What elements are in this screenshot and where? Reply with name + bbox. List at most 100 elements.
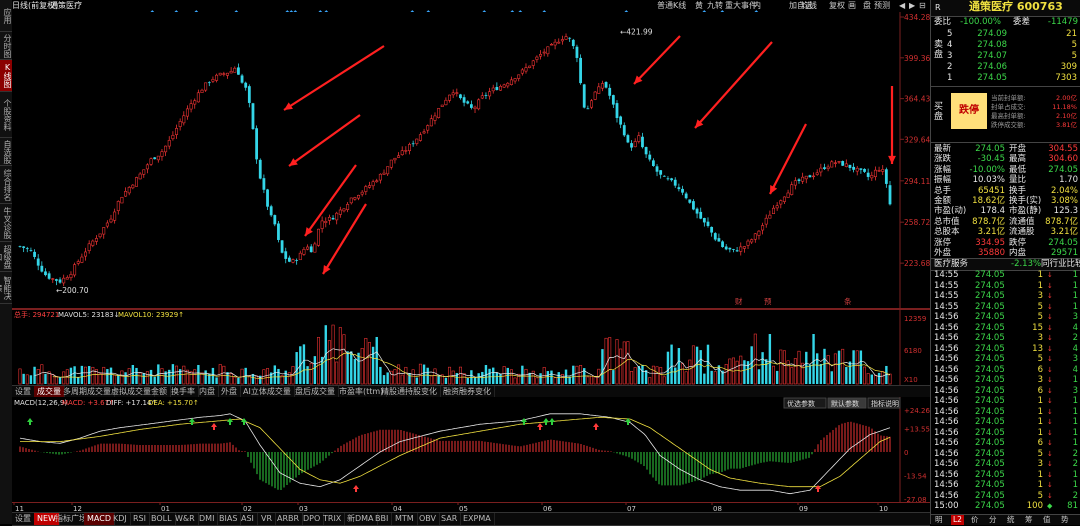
tick-time: 14:56 <box>934 438 959 448</box>
volume-bar <box>400 374 404 385</box>
indicator-tab-0[interactable]: 设置 <box>12 513 35 525</box>
seal-info-value: 11.18% <box>1052 103 1077 111</box>
candle-body <box>182 115 186 124</box>
volume-bar <box>666 351 670 384</box>
sector-compare-link[interactable]: 同行业比较 <box>1041 259 1080 270</box>
macd-param-button-label[interactable]: 指标说明 <box>871 399 899 408</box>
macd-param-button-label[interactable]: 默认参数 <box>831 399 859 408</box>
indicator-tab-4[interactable]: KDJ <box>110 513 131 525</box>
candle-body <box>69 274 73 279</box>
left-nav-item-7[interactable]: 超级盘口 <box>0 242 12 272</box>
event-label[interactable]: 财 <box>735 296 743 306</box>
candle-body <box>134 177 138 187</box>
tick-count: 1 <box>1072 396 1078 406</box>
candle-body <box>353 197 357 200</box>
indicator-tab-14[interactable]: TRIX <box>320 513 346 525</box>
candle-body <box>175 128 179 135</box>
candle-body <box>22 246 26 248</box>
candle-body <box>833 162 837 164</box>
indicator-tab-18[interactable]: OBV <box>416 513 441 525</box>
tick-direction-icon: ↓ <box>1047 439 1053 447</box>
macd-param-button-label[interactable]: 优选参数 <box>787 399 815 408</box>
seal-info-value: 3.81亿 <box>1056 121 1077 129</box>
volume-bar <box>98 373 102 385</box>
tick-time: 14:56 <box>934 480 959 490</box>
seal-info-value: 2.10亿 <box>1056 112 1077 120</box>
candle-body <box>342 208 346 212</box>
candle-body <box>218 72 222 76</box>
quote-panel: R 通策医疗 600763 委比 -100.00% 委差 -11479 卖盘 5… <box>930 0 1080 525</box>
candle-body <box>466 101 470 104</box>
quote-key: 开盘 <box>1009 144 1027 154</box>
left-nav-item-1[interactable]: 分时图 <box>0 32 12 60</box>
tick-row: 14:56 274.05 1 ↓ 1 <box>931 407 1080 418</box>
volume-bar <box>91 366 95 385</box>
candle-body <box>655 166 659 172</box>
sell-level-volume: 21 <box>1066 29 1077 39</box>
tick-volume: 100 <box>1026 501 1043 511</box>
quote-row: 外盘 35880 内盘 29571 <box>931 248 1080 258</box>
macd-chart[interactable]: MACD(12,26,9)MACD: +3.67↑DIFF: +17.14↑DE… <box>12 397 930 502</box>
quote-value: 304.55 <box>1048 144 1078 154</box>
candle-body <box>815 172 819 175</box>
macd-axis-label: +13.55 <box>904 425 930 433</box>
volume-bar <box>327 340 331 385</box>
volume-bar <box>601 349 604 384</box>
volume-bar <box>426 367 429 384</box>
volume-bar <box>888 373 892 385</box>
event-label[interactable]: 预 <box>764 296 772 306</box>
candle-body <box>284 251 288 259</box>
candle-body <box>786 192 790 198</box>
tick-direction-icon: ↓ <box>1047 386 1053 395</box>
tick-count: 2 <box>1072 448 1078 459</box>
candle-body <box>207 82 211 84</box>
indicator-tab-7[interactable]: W&R <box>172 513 199 525</box>
volume-bar <box>211 367 215 384</box>
volume-chart[interactable]: 总手: 294721MAVOL5: 23183↓MAVOL10: 23929↑ 1… <box>12 309 930 385</box>
quote-key: 总手 <box>934 185 952 196</box>
seal-info-value: 2.00亿 <box>1056 94 1077 102</box>
indicator-tab-17[interactable]: MTM <box>392 513 418 525</box>
left-nav-item-8[interactable]: 智能决策 <box>0 272 12 304</box>
cross-arrow-stem <box>229 422 231 425</box>
candle-body <box>171 135 175 140</box>
tick-time: 14:55 <box>934 280 959 291</box>
left-nav-item-3[interactable]: 个股资料 <box>0 92 12 138</box>
left-nav-item-6[interactable]: 牛叉诊股 <box>0 204 12 242</box>
tick-time: 14:56 <box>934 322 959 333</box>
volume-bar <box>790 367 794 385</box>
left-nav-item-0[interactable]: 应用 <box>0 0 12 32</box>
sell-level-num: 2 <box>947 62 953 72</box>
volume-bar <box>830 371 833 384</box>
indicator-tab-5[interactable]: RSI <box>130 513 150 525</box>
candle-body <box>684 193 688 199</box>
quote-key: 内盘 <box>1009 248 1027 258</box>
candle-body <box>160 151 164 157</box>
sector-name[interactable]: 医疗服务 <box>934 259 968 270</box>
left-nav-item-4[interactable]: 自选股 <box>0 138 12 166</box>
candle-body <box>40 265 44 272</box>
candle-body <box>473 106 477 110</box>
tick-volume: 1 <box>1037 417 1043 427</box>
tick-row: 14:56 274.05 1 ↓ 1 <box>931 396 1080 407</box>
left-nav-item-5[interactable]: 综合排名 <box>0 166 12 204</box>
indicator-tab-10[interactable]: ASI <box>238 513 258 525</box>
indicator-tab-16[interactable]: BBI <box>372 513 393 525</box>
volume-bar <box>775 370 779 384</box>
candle-body <box>25 248 29 250</box>
volume-bar <box>808 364 812 384</box>
tick-price: 274.05 <box>975 375 1005 385</box>
volume-bar <box>168 369 171 384</box>
sell-level-row: 4 274.08 5 <box>931 40 1080 51</box>
volume-bar <box>681 363 685 385</box>
candle-body <box>462 97 466 103</box>
sell-level-row: 2 274.06 309 <box>931 62 1080 73</box>
event-label[interactable]: 条 <box>844 296 852 306</box>
indicator-tab-19[interactable]: SAR <box>438 513 462 525</box>
left-nav-item-2[interactable]: K线图 <box>0 60 12 92</box>
indicator-tab-20[interactable]: EXPMA <box>460 513 495 525</box>
kline-chart[interactable]: 434.28 399.36 364.43 329.64 294.11 258.72 223.… <box>12 12 930 309</box>
candle-body <box>422 131 426 134</box>
tick-price: 274.05 <box>975 448 1005 459</box>
indicator-tab-12[interactable]: ARBR <box>274 513 304 525</box>
